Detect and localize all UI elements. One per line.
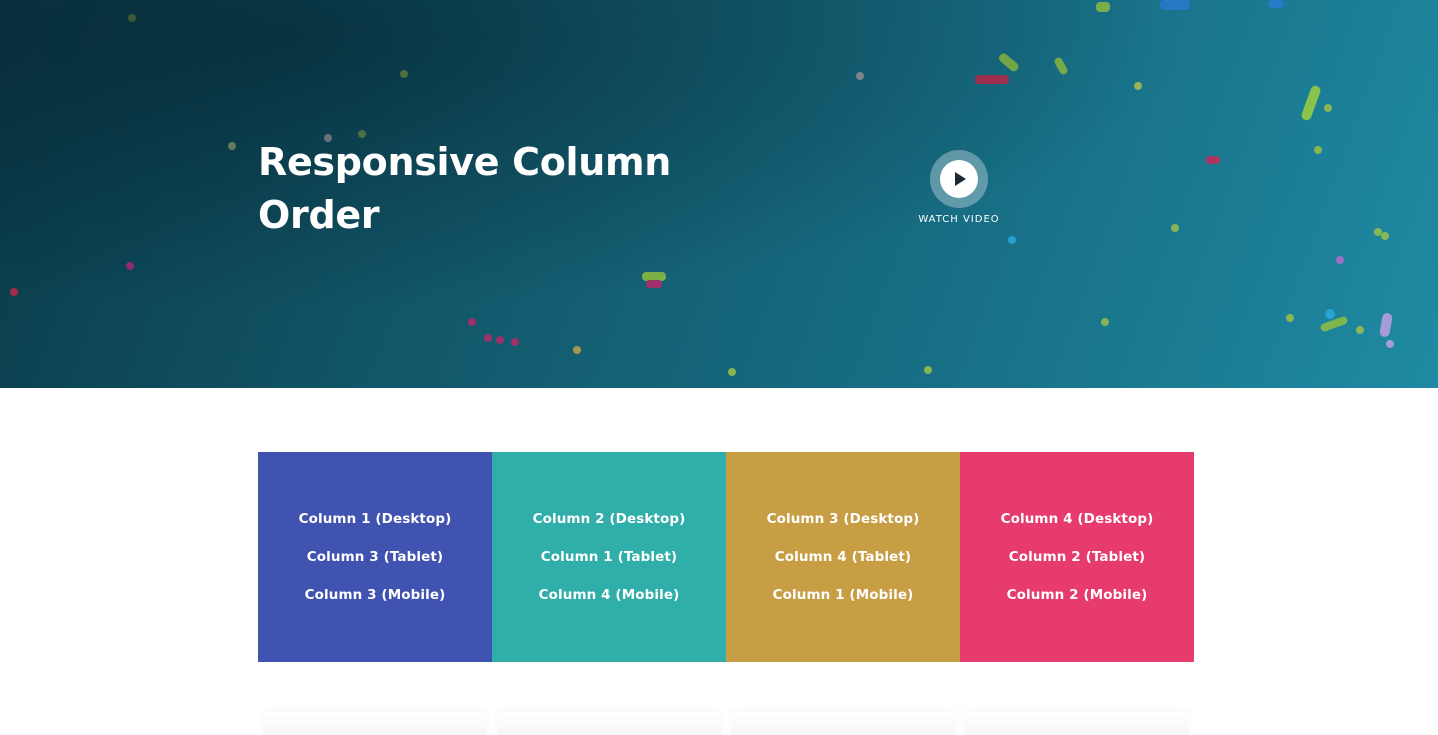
column-4-desktop-label: Column 4 (Desktop)	[1000, 511, 1154, 527]
column-4-mobile-label: Column 2 (Mobile)	[1006, 587, 1148, 603]
column-3-mobile-label: Column 1 (Mobile)	[772, 587, 914, 603]
column-1-desktop-label: Column 1 (Desktop)	[298, 511, 452, 527]
sprinkles-background-image	[10, 0, 1394, 376]
column-1-tablet-label: Column 3 (Tablet)	[306, 549, 444, 565]
play-icon	[955, 172, 966, 186]
column-1: Column 1 (Desktop) Column 3 (Tablet) Col…	[258, 452, 492, 662]
column-2-tablet-label: Column 1 (Tablet)	[540, 549, 678, 565]
column-4-tablet-label: Column 2 (Tablet)	[1008, 549, 1146, 565]
card-edge	[497, 712, 721, 735]
next-section-cards-edge	[258, 712, 1194, 735]
column-3: Column 3 (Desktop) Column 4 (Tablet) Col…	[726, 452, 960, 662]
column-2: Column 2 (Desktop) Column 1 (Tablet) Col…	[492, 452, 726, 662]
column-4: Column 4 (Desktop) Column 2 (Tablet) Col…	[960, 452, 1194, 662]
card-edge	[731, 712, 955, 735]
card-edge	[965, 712, 1189, 735]
column-1-mobile-label: Column 3 (Mobile)	[304, 587, 446, 603]
column-3-tablet-label: Column 4 (Tablet)	[774, 549, 912, 565]
column-2-mobile-label: Column 4 (Mobile)	[538, 587, 680, 603]
play-button[interactable]	[930, 150, 988, 208]
play-button-inner[interactable]	[940, 160, 978, 198]
page-title: Responsive Column Order	[258, 140, 672, 237]
watch-video-label[interactable]: WATCH VIDEO	[900, 214, 1018, 225]
column-2-desktop-label: Column 2 (Desktop)	[532, 511, 686, 527]
card-edge	[263, 712, 487, 735]
watch-video-widget[interactable]: WATCH VIDEO	[900, 150, 1018, 225]
hero-section: Responsive Column Order WATCH VIDEO	[0, 0, 1438, 388]
column-3-desktop-label: Column 3 (Desktop)	[766, 511, 920, 527]
columns-row: Column 1 (Desktop) Column 3 (Tablet) Col…	[258, 452, 1194, 662]
